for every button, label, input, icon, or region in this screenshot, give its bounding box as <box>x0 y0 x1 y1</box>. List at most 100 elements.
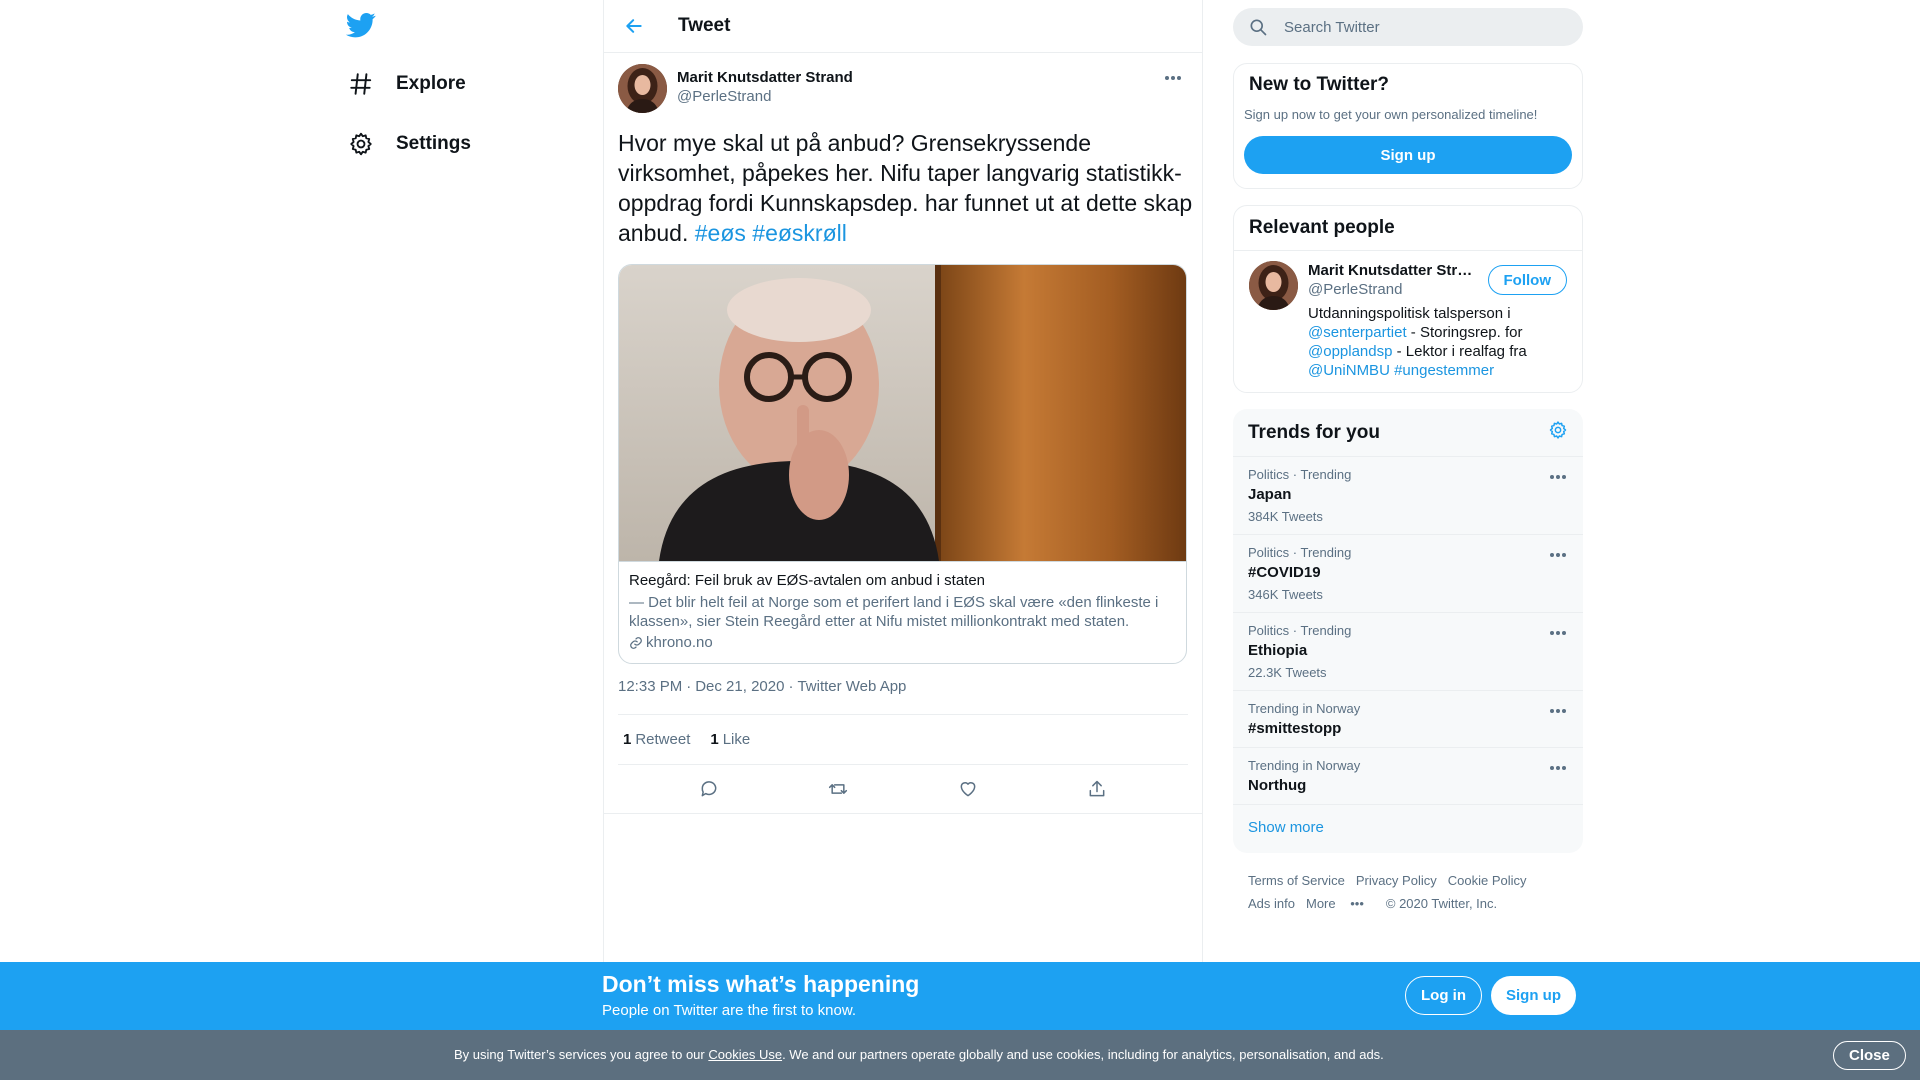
trend-name: #smittestopp <box>1248 720 1342 737</box>
trends-settings-gear-icon[interactable] <box>1548 420 1568 445</box>
new-panel-subtitle: Sign up now to get your own personalized… <box>1244 107 1538 122</box>
link-icon <box>630 636 642 649</box>
reply-icon[interactable] <box>689 769 729 809</box>
trend-more-icon[interactable] <box>1543 756 1573 780</box>
more-options-icon[interactable] <box>1158 66 1188 90</box>
relevant-person[interactable]: Marit Knutsdatter Strand @PerleStrand Ut… <box>1234 251 1582 392</box>
footer-link[interactable]: Ads info <box>1248 896 1295 911</box>
trend-name: Japan <box>1248 486 1292 503</box>
nav-settings-label: Settings <box>396 133 471 154</box>
footer-link[interactable]: Cookie Policy <box>1448 873 1527 888</box>
footer-link[interactable]: Terms of Service <box>1248 873 1345 888</box>
promo-title: Don’t miss what’s happening <box>602 971 920 997</box>
column-header: Tweet <box>604 0 1202 53</box>
copyright: © 2020 Twitter, Inc. <box>1385 896 1498 911</box>
bio-mention-link[interactable]: @UniNMBU <box>1308 362 1390 379</box>
bio-mention-link[interactable]: @opplandsp <box>1308 343 1392 360</box>
share-icon[interactable] <box>1077 769 1117 809</box>
trend-more-icon[interactable] <box>1543 621 1573 645</box>
trend-item[interactable]: Trending in Norway #smittestopp <box>1233 691 1583 748</box>
bio-text: Utdanningspolitisk talsperson i <box>1308 305 1511 322</box>
trend-name: Northug <box>1248 777 1307 794</box>
trend-count: 384K Tweets <box>1248 509 1323 524</box>
tweet-column: Tweet Marit Knutsdatter Strand @PerleStr… <box>603 0 1203 962</box>
relevant-people-panel: Relevant people Marit Knutsdatter Strand… <box>1233 205 1583 393</box>
retweets-stat[interactable]: 1 Retweet <box>623 731 690 748</box>
trends-panel: Trends for you Politics · Trending Japan… <box>1233 409 1583 853</box>
author-name[interactable]: Marit Knutsdatter Strand <box>677 69 853 86</box>
new-to-twitter-panel: New to Twitter? Sign up now to get your … <box>1233 63 1583 189</box>
trend-item[interactable]: Politics · Trending #COVID19 346K Tweets <box>1233 535 1583 613</box>
retweet-label: Retweet <box>635 731 691 748</box>
like-label: Like <box>722 731 751 748</box>
card-domain-text: khrono.no <box>646 634 713 651</box>
promo-subtitle: People on Twitter are the first to know. <box>602 1002 857 1019</box>
twitter-logo-icon[interactable] <box>345 10 380 44</box>
trend-context: Trending in Norway <box>1248 758 1361 773</box>
person-name[interactable]: Marit Knutsdatter Strand <box>1308 262 1478 279</box>
login-button[interactable]: Log in <box>1405 976 1482 1015</box>
bio-text: - Lektor i realfag fra <box>1392 343 1527 360</box>
search-icon <box>1250 19 1267 36</box>
cookie-prefix: By using Twitter’s services you agree to… <box>454 1047 709 1062</box>
person-avatar[interactable] <box>1249 261 1298 310</box>
card-title: Reegård: Feil bruk av EØS-avtalen om anb… <box>629 572 986 589</box>
card-domain: khrono.no <box>629 634 1176 651</box>
footer-more-label: More <box>1305 896 1336 911</box>
trend-more-icon[interactable] <box>1543 699 1573 723</box>
tweet-source[interactable]: Twitter Web App <box>797 678 906 695</box>
footer-more[interactable]: More ••• <box>1306 896 1375 911</box>
tweet-stats: 1 Retweet 1 Like <box>618 714 1188 765</box>
link-card[interactable]: Reegård: Feil bruk av EØS-avtalen om anb… <box>618 264 1187 664</box>
trend-context: Trending in Norway <box>1248 701 1361 716</box>
bio-mention-link[interactable]: @senterpartiet <box>1308 324 1407 341</box>
trend-context: Politics · Trending <box>1248 623 1352 638</box>
trend-item[interactable]: Politics · Trending Ethiopia 22.3K Tweet… <box>1233 613 1583 691</box>
tweet-meta: 12:33 PM · Dec 21, 2020 · Twitter Web App <box>618 678 907 695</box>
nav-settings[interactable]: Settings <box>346 124 471 164</box>
trends-header: Trends for you <box>1233 409 1583 457</box>
tweet-text: Hvor mye skal ut på anbud? Grensekryssen… <box>618 128 1198 248</box>
back-arrow-icon[interactable] <box>614 6 654 46</box>
relevant-title: Relevant people <box>1249 217 1395 238</box>
gear-icon <box>346 129 376 159</box>
trend-item[interactable]: Trending in Norway Northug <box>1233 748 1583 805</box>
trend-more-icon[interactable] <box>1543 465 1573 489</box>
cookie-close-button[interactable]: Close <box>1833 1041 1906 1070</box>
bio-hashtag-link[interactable]: #ungestemmer <box>1394 362 1494 379</box>
trend-context: Politics · Trending <box>1248 545 1352 560</box>
follow-button[interactable]: Follow <box>1487 265 1567 295</box>
person-bio: Utdanningspolitisk talsperson i @senterp… <box>1308 304 1567 380</box>
left-navigation: Explore Settings <box>0 0 604 962</box>
tweet-actions <box>604 765 1202 814</box>
like-count: 1 <box>710 731 719 748</box>
cookies-use-link[interactable]: Cookies Use <box>708 1047 782 1062</box>
page-title: Tweet <box>678 15 731 36</box>
likes-stat[interactable]: 1 Like <box>710 731 750 748</box>
trend-name: Ethiopia <box>1248 642 1308 659</box>
promo-signup-button[interactable]: Sign up <box>1491 976 1576 1015</box>
footer-link[interactable]: Privacy Policy <box>1356 873 1437 888</box>
footer-links: Terms of Service Privacy Policy Cookie Pol… <box>1233 853 1583 915</box>
relevant-header: Relevant people <box>1234 206 1582 251</box>
search-input[interactable] <box>1284 18 1544 36</box>
trend-item[interactable]: Politics · Trending Japan 384K Tweets <box>1233 457 1583 535</box>
trends-title: Trends for you <box>1248 421 1380 443</box>
like-icon[interactable] <box>948 769 988 809</box>
trend-count: 346K Tweets <box>1248 587 1323 602</box>
search-bar[interactable] <box>1233 8 1583 46</box>
author-handle[interactable]: @PerleStrand <box>677 88 853 105</box>
trend-more-icon[interactable] <box>1543 543 1573 567</box>
show-more-link[interactable]: Show more <box>1233 805 1583 853</box>
cookie-suffix: . We and our partners operate globally a… <box>782 1047 1384 1062</box>
hashtag-link[interactable]: #eøskrøll <box>752 220 847 246</box>
tweet-time[interactable]: 12:33 PM <box>618 678 682 695</box>
retweet-icon[interactable] <box>818 769 858 809</box>
hashtag-link[interactable]: #eøs <box>695 220 746 246</box>
trend-count: 22.3K Tweets <box>1248 665 1327 680</box>
author-avatar[interactable] <box>618 64 667 113</box>
tweet-date[interactable]: Dec 21, 2020 <box>695 678 784 695</box>
nav-explore[interactable]: Explore <box>346 64 466 104</box>
sidebar-signup-button[interactable]: Sign up <box>1244 136 1572 174</box>
tweet: Marit Knutsdatter Strand @PerleStrand Hv… <box>604 64 1202 814</box>
